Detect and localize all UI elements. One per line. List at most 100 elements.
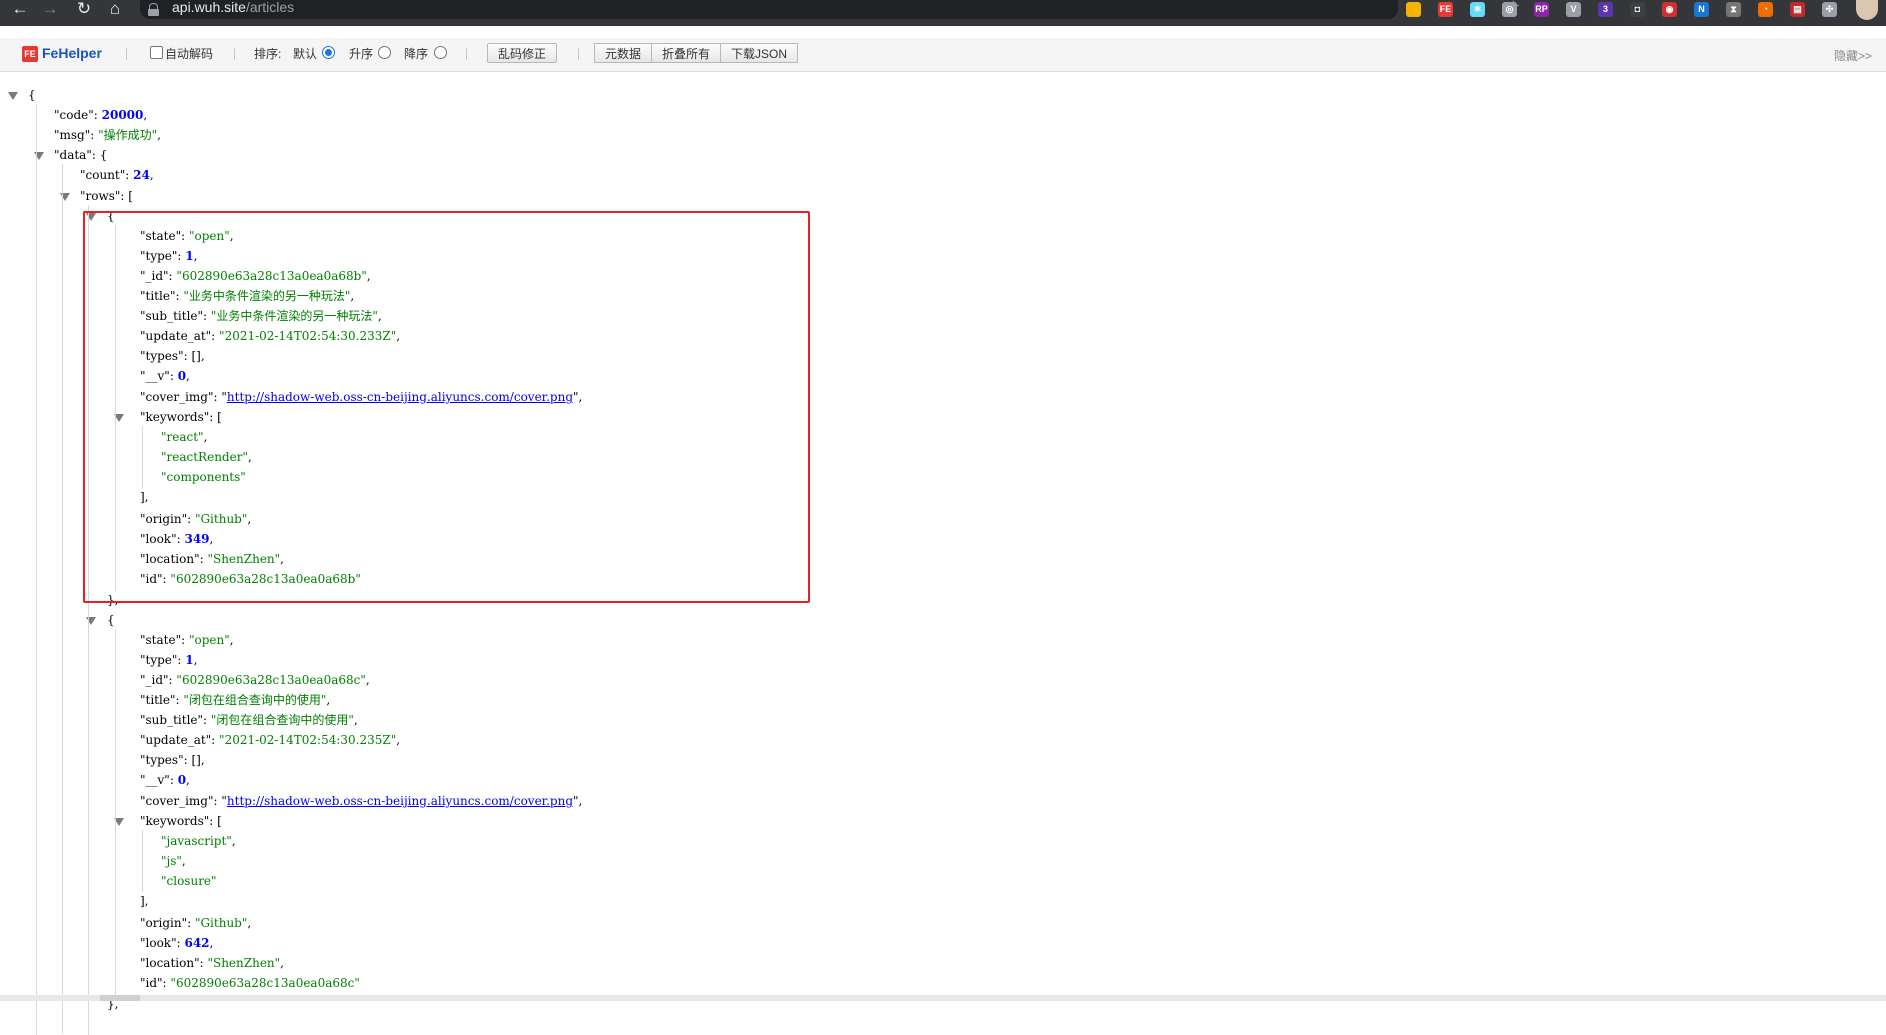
json-key: "origin": <box>140 916 195 930</box>
json-key: "update_at": <box>140 733 219 747</box>
json-string: "602890e63a28c13a0ea0a68c" <box>170 976 359 990</box>
json-punct: , <box>230 633 234 647</box>
book-extension-icon[interactable]: ▤ <box>1790 2 1805 17</box>
scrollbar-thumb[interactable] <box>100 995 140 1001</box>
json-number: 0 <box>178 773 186 787</box>
json-number: 1 <box>185 653 193 667</box>
robot-extension-icon[interactable]: ◘ <box>1630 2 1645 17</box>
json-number: 24 <box>133 168 150 182</box>
blue-extension-icon[interactable]: N <box>1694 2 1709 17</box>
json-line: "title": "闭包在组合查询中的使用", <box>140 691 330 709</box>
address-bar[interactable]: api.wuh.site/articles ☆ <box>140 0 1398 19</box>
json-line: "closure" <box>161 872 217 890</box>
json-line: "_id": "602890e63a28c13a0ea0a68c", <box>140 671 370 689</box>
json-punct: , <box>247 916 251 930</box>
profile-avatar[interactable] <box>1856 0 1878 20</box>
json-string: "闭包在组合查询中的使用" <box>211 713 354 727</box>
json-line: "types": [], <box>140 751 205 769</box>
fehelper-title: FeHelper <box>42 44 102 62</box>
json-punct: , <box>182 854 186 868</box>
json-key: "data": <box>54 148 100 162</box>
sort-label: 排序: <box>254 46 281 62</box>
json-key: "__v": <box>140 773 178 787</box>
json-line: "data": { <box>54 146 107 164</box>
json-line: "js", <box>161 852 186 870</box>
json-punct: , <box>396 733 400 747</box>
highlight-box <box>83 211 810 603</box>
json-string: "open" <box>189 633 230 647</box>
fehelper-toolbar: FE FeHelper 自动解码 排序: 默认 升序 降序 乱码修正 元数据 折… <box>0 38 1886 72</box>
horizontal-scrollbar[interactable] <box>0 995 1886 1001</box>
json-array: [] <box>191 753 200 767</box>
react-devtools-icon[interactable]: ⚛ <box>1470 2 1485 17</box>
json-punct: , <box>354 713 358 727</box>
red-circle-extension-icon[interactable]: ◉ <box>1662 2 1677 17</box>
sort-asc-label: 升序 <box>349 46 373 62</box>
browser-toolbar: ← → ↻ ⌂ api.wuh.site/articles ☆ FE ⚛ ◎ RP V 3… <box>0 0 1886 26</box>
sort-asc-radio[interactable] <box>378 46 391 59</box>
fehelper-extension-icon[interactable]: FE <box>1438 2 1453 17</box>
json-punct: { <box>107 613 115 627</box>
sort-default-radio[interactable] <box>322 46 335 59</box>
indent-guide <box>142 830 143 892</box>
reload-icon[interactable]: ↻ <box>70 0 98 20</box>
indent-guide <box>62 164 63 1034</box>
toolbar-divider <box>578 48 579 60</box>
download-json-button[interactable]: 下载JSON <box>720 43 798 63</box>
json-line: "sub_title": "闭包在组合查询中的使用", <box>140 711 358 729</box>
json-punct: , <box>366 673 370 687</box>
json-key: "state": <box>140 633 189 647</box>
forward-icon[interactable]: → <box>36 0 64 20</box>
fix-garbled-button[interactable]: 乱码修正 <box>487 43 557 63</box>
indent-guide <box>115 629 116 995</box>
json-key: "msg": <box>54 128 98 142</box>
auto-decode-checkbox[interactable] <box>150 46 163 59</box>
json-string: "2021-02-14T02:54:30.235Z" <box>219 733 396 747</box>
json-line: "count": 24, <box>80 166 154 184</box>
collapse-toggle-icon[interactable] <box>8 92 18 100</box>
metadata-button[interactable]: 元数据 <box>594 43 652 63</box>
json-punct: , <box>201 753 205 767</box>
hide-toolbar-link[interactable]: 隐藏>> <box>1834 47 1872 64</box>
lock-icon <box>149 3 158 10</box>
home-icon[interactable]: ⌂ <box>101 0 129 20</box>
indent-guide <box>36 104 37 1035</box>
hourglass-extension-icon[interactable]: ⧗ <box>1726 2 1741 17</box>
json-line: "id": "602890e63a28c13a0ea0a68c" <box>140 974 360 992</box>
chrome-color-icon[interactable] <box>1406 2 1421 17</box>
json-string: "ShenZhen" <box>207 956 280 970</box>
vue-devtools-icon[interactable]: V <box>1566 2 1581 17</box>
rp-extension-icon[interactable]: RP <box>1534 2 1549 17</box>
json-punct: [ <box>128 189 133 203</box>
cover-img-link[interactable]: http://shadow-web.oss-cn-beijing.aliyunc… <box>227 794 573 808</box>
owl-extension-icon[interactable]: ◔ <box>1758 2 1773 17</box>
json-key: "types": <box>140 753 191 767</box>
toolbar-divider <box>234 48 235 60</box>
target-icon[interactable]: ◎ <box>1502 2 1517 17</box>
url-text: api.wuh.site/articles <box>172 0 294 15</box>
sort-desc-radio[interactable] <box>434 46 447 59</box>
json-line: "code": 20000, <box>54 106 147 124</box>
puzzle-extensions-icon[interactable]: ✣ <box>1822 2 1837 17</box>
back-icon[interactable]: ← <box>6 0 34 20</box>
sort-default-label: 默认 <box>293 46 317 62</box>
json-punct: , <box>210 936 214 950</box>
json-string: "javascript" <box>161 834 232 848</box>
toolbar-divider <box>126 48 127 60</box>
collapse-all-button[interactable]: 折叠所有 <box>651 43 721 63</box>
json-line: "look": 642, <box>140 934 213 952</box>
json-line: "keywords": [ <box>140 812 222 830</box>
json-key: "type": <box>140 653 185 667</box>
auto-decode-label: 自动解码 <box>165 46 213 62</box>
json-key: "id": <box>140 976 170 990</box>
badge-extension-icon[interactable]: 3 <box>1598 2 1613 17</box>
json-punct: , <box>194 653 198 667</box>
json-line: "state": "open", <box>140 631 234 649</box>
json-key: "code": <box>54 108 102 122</box>
json-key: "_id": <box>140 673 176 687</box>
json-line: "javascript", <box>161 832 236 850</box>
json-line: "update_at": "2021-02-14T02:54:30.235Z", <box>140 731 400 749</box>
json-punct: , <box>232 834 236 848</box>
json-punct: , <box>150 168 154 182</box>
json-key: "cover_img": <box>140 794 221 808</box>
